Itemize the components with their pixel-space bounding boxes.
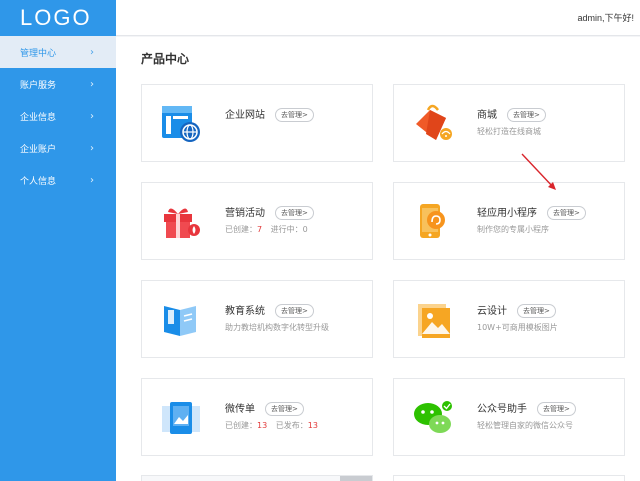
- chevron-right-icon: ›: [90, 78, 94, 90]
- chevron-right-icon: ›: [90, 174, 94, 186]
- product-card-flyer[interactable]: 微传单 去管理> 已创建：13 已发布：13: [141, 378, 373, 456]
- chevron-right-icon: ›: [90, 110, 94, 122]
- card-title: 轻应用小程序: [477, 208, 537, 219]
- sidebar-item-management-center[interactable]: 管理中心 ›: [0, 36, 116, 68]
- product-card-official-account[interactable]: 公众号助手 去管理> 轻松管理自家的微信公众号: [393, 378, 625, 456]
- product-card-mini-program[interactable]: 轻应用小程序 去管理> 制作您的专属小程序: [393, 182, 625, 260]
- created-count: 7: [257, 225, 263, 234]
- product-card-mall[interactable]: 商城 去管理> 轻松打造在线商城: [393, 84, 625, 162]
- created-label: 已创建：: [225, 421, 257, 430]
- wechat-icon: [414, 401, 452, 433]
- product-card-partial[interactable]: [393, 475, 625, 481]
- manage-button[interactable]: 去管理>: [507, 108, 546, 122]
- manage-button[interactable]: 去管理>: [265, 402, 304, 416]
- card-title: 云设计: [477, 306, 507, 317]
- running-count: 0: [302, 225, 308, 234]
- image-icon: [418, 304, 450, 338]
- sidebar-item-account-services[interactable]: 账户服务 ›: [0, 68, 116, 100]
- sidebar-item-personal-info[interactable]: 个人信息 ›: [0, 164, 116, 196]
- sidebar: LOGO 管理中心 › 账户服务 › 企业信息 › 企业账户 › 个人信息 ›: [0, 0, 116, 481]
- flyer-icon: [162, 402, 200, 434]
- sidebar-item-label: 企业账户: [20, 144, 57, 155]
- sidebar-item-label: 企业信息: [20, 112, 57, 123]
- sidebar-item-label: 管理中心: [20, 48, 57, 59]
- main-content: 产品中心 企业网站 去管理> 商城 去管理> 轻松打造在线商城 营销活动 去管理…: [116, 37, 640, 481]
- sidebar-item-label: 个人信息: [20, 176, 57, 187]
- published-count: 13: [307, 421, 318, 430]
- manage-button[interactable]: 去管理>: [275, 108, 314, 122]
- card-stats: 已创建：13 已发布：13: [225, 420, 318, 431]
- manage-button[interactable]: 去管理>: [275, 206, 314, 220]
- gift-icon: [164, 208, 200, 238]
- shopping-bag-icon: [416, 104, 452, 140]
- sidebar-item-label: 账户服务: [20, 80, 57, 91]
- manage-button[interactable]: 去管理>: [275, 304, 314, 318]
- product-card-marketing[interactable]: 营销活动 去管理> 已创建：7 进行中：0: [141, 182, 373, 260]
- manage-button[interactable]: 去管理>: [547, 206, 586, 220]
- manage-button[interactable]: 去管理>: [517, 304, 556, 318]
- card-title: 企业网站: [225, 110, 265, 121]
- logo[interactable]: LOGO: [0, 0, 116, 36]
- running-label: 进行中：: [270, 225, 303, 234]
- manage-button[interactable]: 去管理>: [537, 402, 576, 416]
- product-card-cloud-design[interactable]: 云设计 去管理> 10W+可商用模板图片: [393, 280, 625, 358]
- chevron-right-icon: ›: [90, 46, 94, 58]
- book-icon: [164, 306, 196, 336]
- card-description: 轻松管理自家的微信公众号: [477, 421, 573, 430]
- product-card-website[interactable]: 企业网站 去管理>: [141, 84, 373, 162]
- annotation-arrow-icon: [521, 153, 556, 190]
- card-title: 教育系统: [225, 306, 265, 317]
- created-label: 已创建：: [225, 225, 257, 234]
- card-stats: 已创建：7 进行中：0: [225, 224, 308, 235]
- website-icon: [162, 106, 200, 142]
- published-label: 已发布：: [275, 421, 308, 430]
- page-title: 产品中心: [141, 52, 190, 66]
- card-title: 公众号助手: [477, 404, 527, 415]
- card-title: 营销活动: [225, 208, 265, 219]
- user-greeting[interactable]: admin,下午好!: [577, 11, 634, 24]
- mini-program-icon: [420, 204, 445, 238]
- card-description: 制作您的专属小程序: [477, 225, 549, 234]
- sidebar-item-company-account[interactable]: 企业账户 ›: [0, 132, 116, 164]
- product-card-education[interactable]: 教育系统 去管理> 助力教培机构数字化转型升级: [141, 280, 373, 358]
- card-title: 微传单: [225, 404, 255, 415]
- created-count: 13: [257, 421, 268, 430]
- product-card-partial[interactable]: [141, 475, 373, 481]
- top-header: admin,下午好!: [116, 0, 640, 36]
- chevron-right-icon: ›: [90, 142, 94, 154]
- corner-badge: [340, 476, 372, 481]
- card-description: 10W+可商用模板图片: [477, 323, 558, 332]
- card-title: 商城: [477, 110, 497, 121]
- card-description: 轻松打造在线商城: [477, 127, 541, 136]
- card-description: 助力教培机构数字化转型升级: [225, 323, 329, 332]
- sidebar-item-company-info[interactable]: 企业信息 ›: [0, 100, 116, 132]
